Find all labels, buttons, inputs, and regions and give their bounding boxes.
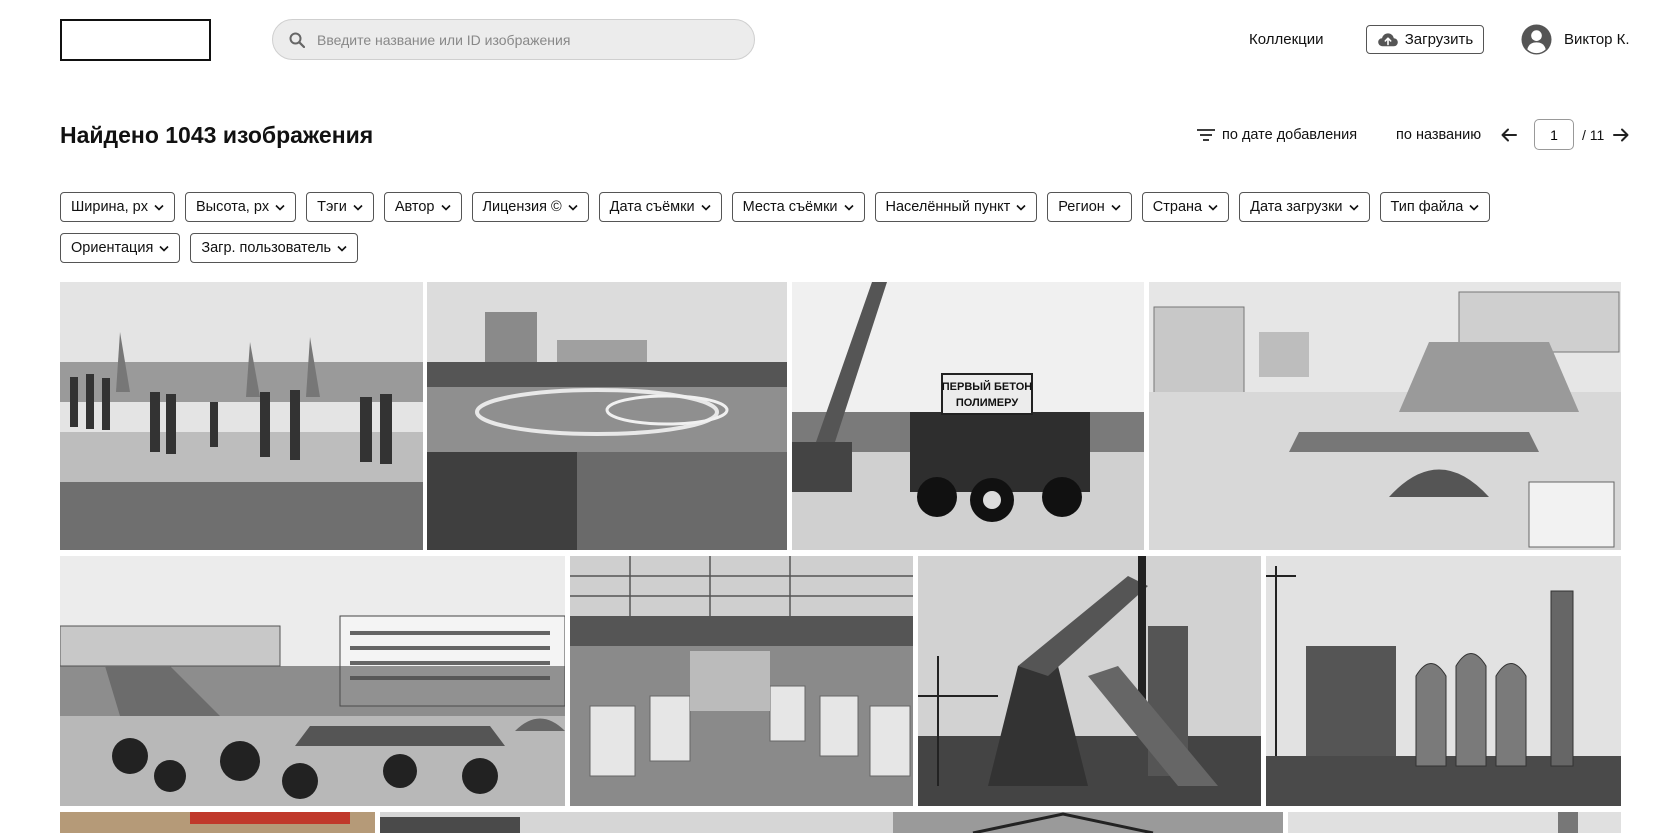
user-name: Виктор К. [1564,31,1630,48]
filter-country[interactable]: Страна [1141,192,1230,222]
filter-region[interactable]: Регион [1047,192,1132,222]
filter-label: Места съёмки [742,199,838,215]
arrow-right-icon[interactable] [1612,126,1630,144]
filter-uploaded-by[interactable]: Загр. пользователь [190,233,359,263]
page-number-input[interactable] [1534,119,1574,150]
filter-settlement[interactable]: Населённый пункт [874,192,1038,222]
chevron-down-icon [1208,204,1218,211]
chevron-down-icon [1469,204,1479,211]
filter-orientation[interactable]: Ориентация [60,233,181,263]
total-pages: / 11 [1582,126,1605,143]
photo-steel-plant[interactable] [1266,556,1621,806]
chevron-down-icon [275,204,285,211]
user-menu[interactable]: Виктор К. [1521,24,1630,55]
filter-license[interactable]: Лицензия © [471,192,589,222]
chevron-down-icon [154,204,164,211]
collections-link[interactable]: Коллекции [1249,31,1324,48]
filter-label: Лицензия © [482,199,562,215]
chevron-down-icon [440,204,451,211]
photo-banner-street[interactable] [60,812,375,833]
filter-label: Ширина, px [71,199,148,215]
chevron-down-icon [701,204,711,211]
filter-tags[interactable]: Тэги [306,192,374,222]
sort-lines-icon [1197,129,1215,141]
chevron-down-icon [159,245,169,252]
photo-factory-hall[interactable] [570,556,913,806]
photo-building-edge[interactable] [1288,812,1621,833]
filter-label: Ориентация [71,240,154,256]
sort-name-label: по названию [1396,127,1482,143]
chevron-down-icon [843,204,854,211]
truck-sign-line1: ПЕРВЫЙ БЕТОН [942,380,1033,393]
filter-label: Загр. пользователь [201,240,332,256]
filter-upload-date[interactable]: Дата загрузки [1239,192,1370,222]
filter-bar: Ширина, px Высота, px Тэги Автор Лицензи… [60,192,1620,263]
user-avatar-icon [1521,24,1552,55]
filter-label: Населённый пункт [885,199,1011,215]
search-icon [289,32,305,48]
chevron-down-icon [1016,204,1026,211]
filter-label: Дата съёмки [609,199,695,215]
chevron-down-icon [353,204,363,211]
photo-folk-dancers[interactable] [60,282,423,550]
photo-blast-furnace[interactable] [918,556,1261,806]
filter-label: Автор [394,199,435,215]
filter-height[interactable]: Высота, px [185,192,297,222]
filter-label: Дата загрузки [1250,199,1343,215]
filter-label: Регион [1058,199,1105,215]
photo-stadium-parade[interactable] [427,282,787,550]
chevron-down-icon [568,204,578,211]
logo-placeholder[interactable] [60,19,211,61]
filter-width[interactable]: Ширина, px [60,192,175,222]
page-title: Найдено 1043 изображения [60,122,374,148]
filter-file-type[interactable]: Тип файла [1379,192,1491,222]
chevron-down-icon [1348,204,1359,211]
search-bar[interactable] [272,19,755,60]
upload-button[interactable]: Загрузить [1366,25,1484,54]
filter-author[interactable]: Автор [383,192,462,222]
filter-label: Тэги [317,199,347,215]
filter-label: Тип файла [1390,199,1464,215]
photo-city-square[interactable] [1149,282,1621,550]
photo-government-buildings[interactable] [60,556,565,806]
filter-shoot-places[interactable]: Места съёмки [731,192,865,222]
search-input[interactable] [317,31,717,48]
filter-label: Высота, px [196,199,270,215]
photo-trees[interactable] [380,812,893,833]
sort-by-name[interactable]: по названию [1396,127,1481,143]
upload-label: Загрузить [1404,31,1474,48]
filter-label: Страна [1152,199,1203,215]
photo-industrial-frame[interactable] [893,812,1283,833]
photo-truck-first-concrete[interactable]: ПЕРВЫЙ БЕТОН ПОЛИМЕРУ [792,282,1144,550]
chevron-down-icon [1111,204,1121,211]
sort-date-label: по дате добавления [1222,127,1358,143]
sort-by-date[interactable]: по дате добавления [1196,127,1357,143]
cloud-upload-icon [1377,32,1398,46]
chevron-down-icon [337,245,347,252]
truck-sign-line2: ПОЛИМЕРУ [956,397,1019,409]
arrow-left-icon[interactable] [1500,126,1518,144]
filter-shoot-date[interactable]: Дата съёмки [598,192,722,222]
pagination: / 11 [1500,119,1630,150]
